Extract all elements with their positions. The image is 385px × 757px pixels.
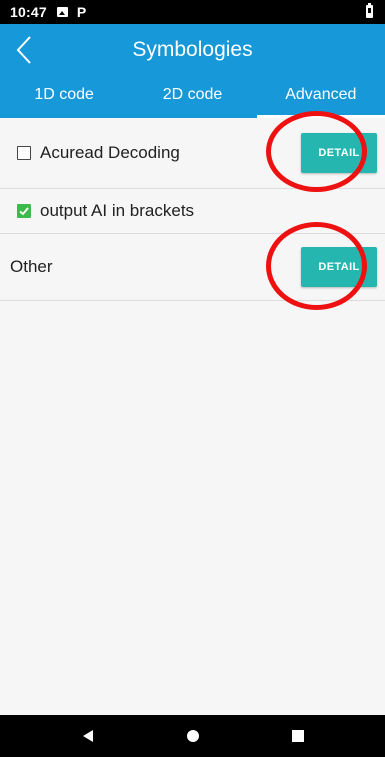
nav-back-button[interactable] <box>58 715 118 757</box>
output-ai-checkbox[interactable] <box>17 204 31 218</box>
acuread-checkbox[interactable] <box>17 146 31 160</box>
acuread-detail-button[interactable]: DETAIL <box>301 133 377 173</box>
app-bar: Symbologies <box>0 24 385 76</box>
status-bar: 10:47 P <box>0 0 385 24</box>
back-triangle-icon <box>83 730 93 742</box>
status-time: 10:47 <box>10 4 47 20</box>
battery-icon <box>366 3 373 18</box>
tab-bar: 1D code 2D code Advanced <box>0 76 385 118</box>
settings-list: Acuread Decoding DETAIL output AI in bra… <box>0 118 385 301</box>
parking-icon: P <box>76 4 87 20</box>
acuread-label: Acuread Decoding <box>40 143 180 162</box>
page-title: Symbologies <box>132 38 253 61</box>
home-circle-icon <box>187 730 199 742</box>
output-ai-label: output AI in brackets <box>40 201 195 220</box>
image-icon <box>56 7 68 17</box>
checkmark-icon <box>19 207 29 216</box>
navigation-bar <box>0 715 385 757</box>
tab-1d-code[interactable]: 1D code <box>0 76 128 118</box>
list-item-acuread: Acuread Decoding DETAIL <box>0 118 385 189</box>
list-item-other: Other DETAIL <box>0 234 385 301</box>
other-detail-button[interactable]: DETAIL <box>301 247 377 287</box>
tab-2d-code[interactable]: 2D code <box>128 76 256 118</box>
other-label: Other <box>10 257 53 276</box>
recents-square-icon <box>292 730 304 742</box>
nav-home-button[interactable] <box>163 715 223 757</box>
tab-advanced[interactable]: Advanced <box>256 76 385 118</box>
screen: 10:47 P Symbologies 1D code 2D code Adva… <box>0 0 385 757</box>
list-item-output-ai: output AI in brackets <box>0 189 385 234</box>
nav-recents-button[interactable] <box>268 715 328 757</box>
